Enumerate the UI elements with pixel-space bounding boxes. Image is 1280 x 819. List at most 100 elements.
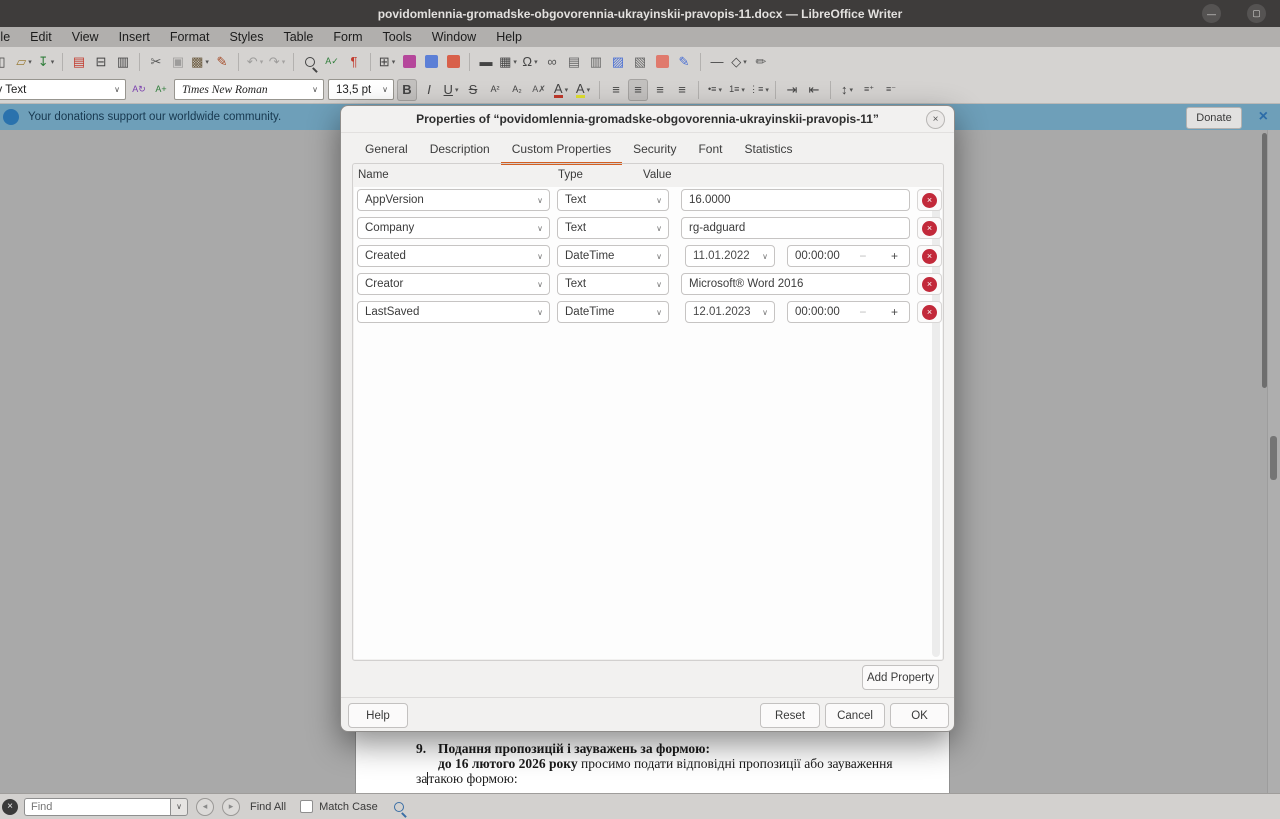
open-button[interactable]: ▱▾ (14, 51, 34, 73)
increase-indent-button[interactable]: ⇥ (782, 79, 802, 101)
basic-shapes-button[interactable]: ◇▾ (729, 51, 749, 73)
clone-formatting-button[interactable]: ✎ (212, 51, 232, 73)
strikethrough-button[interactable]: S (463, 79, 483, 101)
property-type-combobox[interactable]: DateTime∨ (557, 245, 669, 267)
match-case-checkbox[interactable] (300, 800, 313, 813)
new-document-button[interactable]: ▯ (0, 51, 12, 73)
tab-description[interactable]: Description (419, 137, 501, 165)
property-value-input[interactable] (681, 273, 910, 295)
bold-button[interactable]: B (397, 79, 417, 101)
menu-tools[interactable]: Tools (373, 27, 422, 47)
increase-paragraph-spacing-button[interactable]: ≡⁺ (859, 79, 879, 101)
highlighting-color-dropdown[interactable]: ▾ (587, 86, 591, 94)
reset-button[interactable]: Reset (760, 703, 820, 728)
outline-list-button[interactable]: ⋮≡▾ (749, 79, 769, 101)
horizontal-line-button[interactable]: — (707, 51, 727, 73)
ordered-list-button[interactable]: 1≡▾ (727, 79, 747, 101)
insert-chart-button[interactable] (421, 51, 441, 73)
insert-field-dropdown[interactable]: ▾ (513, 58, 517, 66)
align-center-button[interactable]: ≡ (628, 79, 648, 101)
help-button[interactable]: Help (348, 703, 408, 728)
align-right-button[interactable]: ≡ (650, 79, 670, 101)
cut-button[interactable]: ✂ (146, 51, 166, 73)
menu-window[interactable]: Window (422, 27, 486, 47)
insert-bookmark-button[interactable]: ▨ (608, 51, 628, 73)
justified-button[interactable]: ≡ (672, 79, 692, 101)
ordered-list-dropdown[interactable]: ▾ (741, 86, 745, 94)
property-type-combobox[interactable]: DateTime∨ (557, 301, 669, 323)
chevron-down-icon[interactable]: ∨ (656, 224, 662, 233)
find-close-icon[interactable]: × (2, 799, 18, 815)
delete-property-button[interactable]: × (917, 189, 942, 211)
italic-button[interactable]: I (419, 79, 439, 101)
insert-field-button[interactable]: ▦▾ (498, 51, 518, 73)
delete-property-button[interactable]: × (917, 301, 942, 323)
chevron-down-icon[interactable]: ∨ (108, 85, 120, 94)
font-name-combobox[interactable]: Times New Roman ∨ (174, 79, 324, 100)
menu-file[interactable]: File (0, 27, 20, 47)
menu-insert[interactable]: Insert (109, 27, 160, 47)
delete-property-button[interactable]: × (917, 217, 942, 239)
insert-footnote-button[interactable]: ▤ (564, 51, 584, 73)
print-button[interactable]: ⊟ (91, 51, 111, 73)
underline-dropdown[interactable]: ▾ (455, 86, 459, 94)
highlighting-color-button[interactable]: A▾ (573, 79, 593, 101)
font-color-button[interactable]: A▾ (551, 79, 571, 101)
insert-text-box-button[interactable] (443, 51, 463, 73)
save-dropdown[interactable]: ▾ (51, 58, 55, 66)
cancel-button[interactable]: Cancel (825, 703, 885, 728)
export-pdf-button[interactable]: ▤ (69, 51, 89, 73)
spelling-button[interactable]: A✓ (322, 51, 342, 73)
menu-help[interactable]: Help (486, 27, 532, 47)
property-type-combobox[interactable]: Text∨ (557, 189, 669, 211)
delete-property-button[interactable]: × (917, 273, 942, 295)
chevron-down-icon[interactable]: ∨ (537, 280, 543, 289)
unordered-list-dropdown[interactable]: ▾ (718, 86, 722, 94)
tab-font[interactable]: Font (687, 137, 733, 165)
property-type-combobox[interactable]: Text∨ (557, 217, 669, 239)
property-date-combobox[interactable]: 11.01.2022∨ (685, 245, 775, 267)
line-spacing-button[interactable]: ↕▾ (837, 79, 857, 101)
chevron-down-icon[interactable]: ∨ (656, 280, 662, 289)
outline-list-dropdown[interactable]: ▾ (765, 86, 769, 94)
insert-cross-reference-button[interactable]: ▧ (630, 51, 650, 73)
paragraph-style-combobox[interactable]: Body Text ∨ (0, 79, 126, 100)
chevron-down-icon[interactable]: ∨ (537, 196, 543, 205)
menu-table[interactable]: Table (273, 27, 323, 47)
insert-hyperlink-button[interactable]: ∞ (542, 51, 562, 73)
basic-shapes-dropdown[interactable]: ▾ (743, 58, 747, 66)
tab-general[interactable]: General (354, 137, 419, 165)
chevron-down-icon[interactable]: ∨ (537, 308, 543, 317)
font-color-dropdown[interactable]: ▾ (565, 86, 569, 94)
spin-down-button[interactable]: − (854, 306, 871, 318)
undo-button[interactable]: ↶▾ (245, 51, 265, 73)
find-and-replace-icon[interactable] (394, 802, 404, 812)
property-time-input[interactable]: 00:00:00−+ (787, 301, 910, 323)
spin-down-button[interactable]: − (854, 250, 871, 262)
decrease-indent-button[interactable]: ⇤ (804, 79, 824, 101)
ok-button[interactable]: OK (890, 703, 949, 728)
tab-statistics[interactable]: Statistics (733, 137, 803, 165)
insert-page-break-button[interactable]: ▬ (476, 51, 496, 73)
minimize-icon[interactable]: — (1202, 4, 1221, 23)
property-date-combobox[interactable]: 12.01.2023∨ (685, 301, 775, 323)
formatting-marks-button[interactable]: ¶ (344, 51, 364, 73)
maximize-icon[interactable]: ▢ (1247, 4, 1266, 23)
dialog-close-icon[interactable]: × (926, 110, 945, 129)
underline-button[interactable]: U▾ (441, 79, 461, 101)
new-style-button[interactable]: A+ (151, 79, 171, 101)
menu-form[interactable]: Form (323, 27, 372, 47)
property-name-combobox[interactable]: Creator∨ (357, 273, 550, 295)
chevron-down-icon[interactable]: ∨ (537, 252, 543, 261)
property-name-combobox[interactable]: AppVersion∨ (357, 189, 550, 211)
property-name-combobox[interactable]: LastSaved∨ (357, 301, 550, 323)
chevron-down-icon[interactable]: ∨ (762, 308, 768, 317)
chevron-down-icon[interactable]: ∨ (306, 85, 318, 94)
menu-styles[interactable]: Styles (219, 27, 273, 47)
add-property-button[interactable]: Add Property (862, 665, 939, 690)
find-input[interactable] (24, 798, 170, 816)
find-next-button[interactable]: ▸ (222, 798, 240, 816)
tab-custom-properties[interactable]: Custom Properties (501, 137, 622, 165)
infobar-close-icon[interactable]: × (1259, 107, 1268, 127)
insert-special-character-button[interactable]: Ω▾ (520, 51, 540, 73)
